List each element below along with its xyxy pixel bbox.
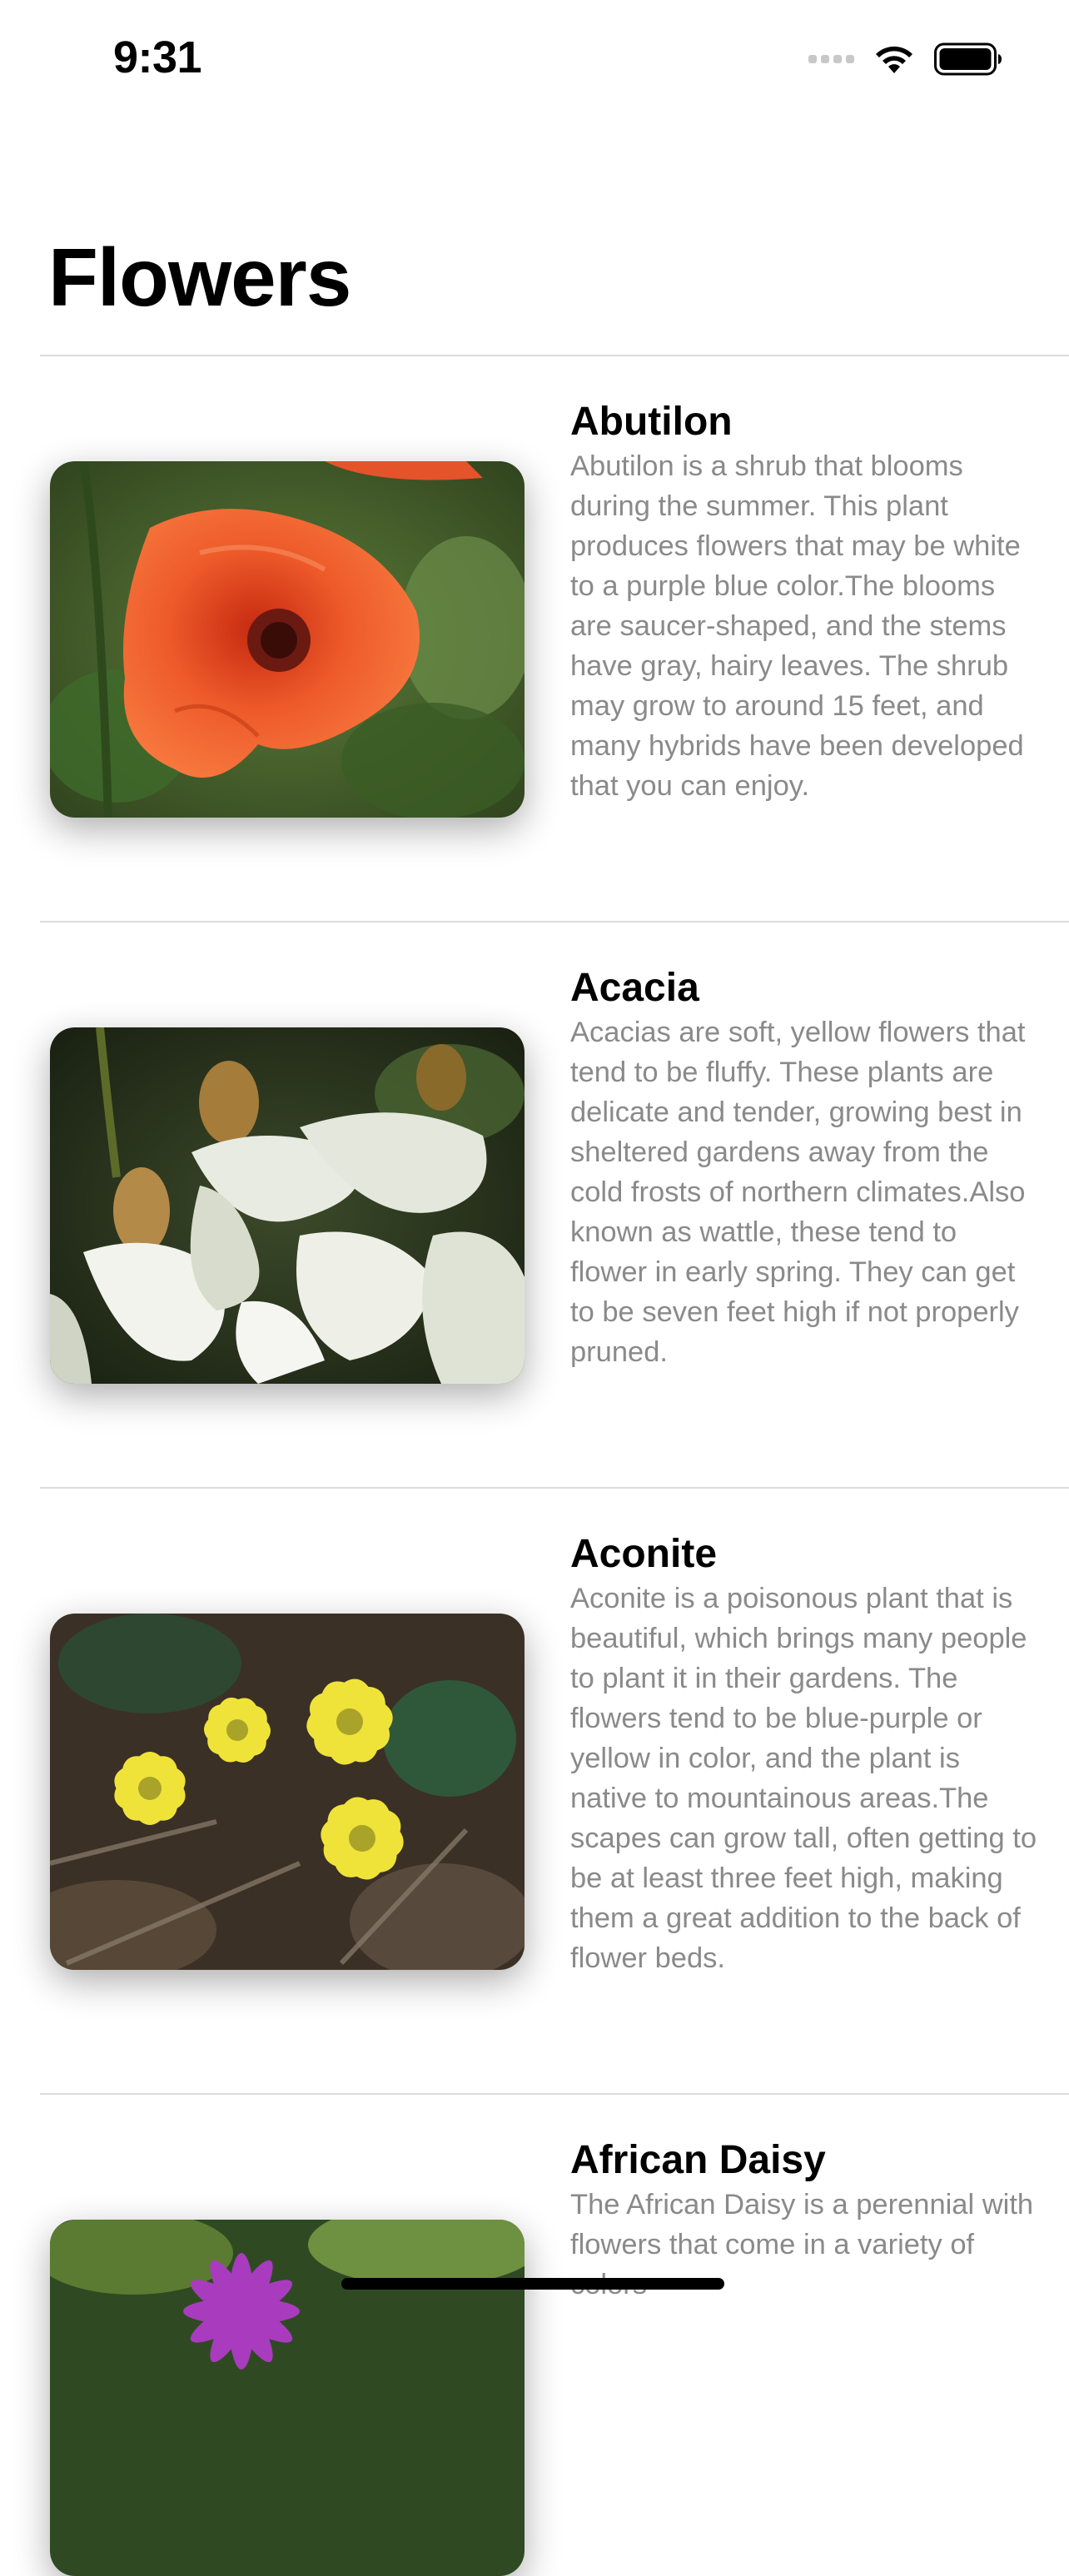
list-item-abutilon[interactable]: Abutilon Abutilon is a shrub that blooms… bbox=[40, 356, 1069, 921]
flower-description: Acacias are soft, yellow flowers that te… bbox=[570, 1017, 1026, 1368]
wifi-icon bbox=[876, 46, 912, 73]
list-item-acacia[interactable]: Acacia Acacias are soft, yellow flowers … bbox=[40, 922, 1069, 1487]
cellular-signal-icon bbox=[808, 55, 854, 63]
flower-description: Aconite is a poisonous plant that is bea… bbox=[570, 1583, 1037, 1974]
status-icons bbox=[808, 38, 1002, 80]
battery-icon bbox=[934, 42, 1002, 76]
acacia-text: Acacia Acacias are soft, yellow flowers … bbox=[570, 964, 1037, 1372]
aconite-image bbox=[50, 1614, 525, 1970]
home-indicator[interactable] bbox=[341, 2278, 724, 2290]
abutilon-text: Abutilon Abutilon is a shrub that blooms… bbox=[570, 398, 1037, 806]
page-title: Flowers bbox=[48, 231, 351, 323]
acacia-image bbox=[50, 1027, 525, 1384]
african-daisy-image bbox=[50, 2220, 525, 2576]
flower-name: Abutilon bbox=[570, 400, 733, 444]
list-item-aconite[interactable]: Aconite Aconite is a poisonous plant tha… bbox=[40, 1489, 1069, 2093]
status-bar: 9:31 bbox=[0, 0, 1069, 117]
list-item-african-daisy[interactable]: African Daisy The African Daisy is a per… bbox=[40, 2095, 1069, 2576]
abutilon-image bbox=[50, 461, 525, 818]
aconite-text: Aconite Aconite is a poisonous plant tha… bbox=[570, 1530, 1037, 1978]
flower-name: African Daisy bbox=[570, 2138, 826, 2182]
flower-name: Acacia bbox=[570, 966, 699, 1010]
status-time: 9:31 bbox=[113, 32, 202, 82]
flower-list[interactable]: Abutilon Abutilon is a shrub that blooms… bbox=[40, 355, 1069, 2576]
flower-name: Aconite bbox=[570, 1532, 718, 1576]
flower-description: Abutilon is a shrub that blooms during t… bbox=[570, 450, 1024, 802]
